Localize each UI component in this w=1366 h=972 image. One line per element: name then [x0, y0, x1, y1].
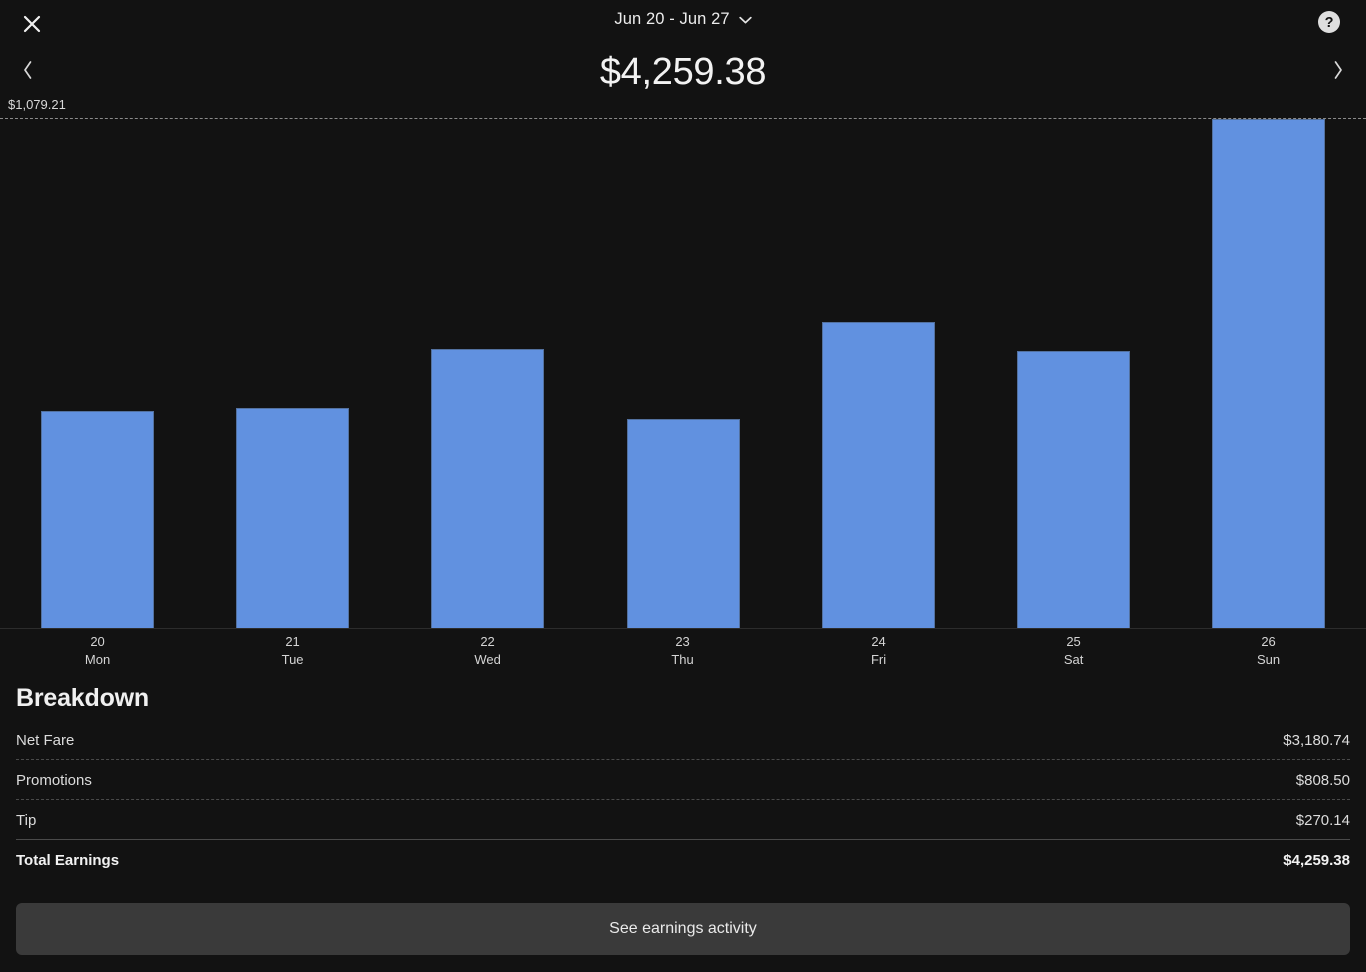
chart-x-label-dayname: Sun — [1257, 652, 1281, 667]
chart-x-label: 22 Wed — [390, 633, 585, 669]
chart-bar[interactable] — [627, 419, 740, 628]
date-range-label: Jun 20 - Jun 27 — [614, 10, 730, 28]
breakdown-label: Net Fare — [16, 731, 75, 749]
chart-x-label: 21 Tue — [195, 633, 390, 669]
chart-gridline-label: $1,079.21 — [8, 97, 66, 112]
chart-bar[interactable] — [431, 349, 544, 628]
chart-x-label-daynum: 25 — [1066, 634, 1081, 649]
chart-x-label-dayname: Tue — [281, 652, 304, 667]
earnings-screen: Jun 20 - Jun 27 ? $4,259.38 $1,079.21 20… — [0, 0, 1366, 972]
chart-x-label: 26 Sun — [1171, 633, 1366, 669]
breakdown-value: $4,259.38 — [1283, 851, 1350, 869]
chart-x-label-dayname: Fri — [870, 652, 887, 667]
breakdown-label: Total Earnings — [16, 851, 120, 869]
chart-bars — [0, 119, 1366, 628]
chart-x-label-dayname: Thu — [671, 652, 694, 667]
svg-text:?: ? — [1325, 15, 1334, 31]
chart-bar[interactable] — [822, 322, 935, 628]
chart-bar[interactable] — [41, 411, 154, 628]
top-bar: Jun 20 - Jun 27 ? — [0, 0, 1366, 46]
chart-x-label-dayname: Sat — [1063, 652, 1084, 667]
total-earnings-amount: $4,259.38 — [599, 51, 767, 93]
chart-x-label-daynum: 22 — [480, 634, 495, 649]
earnings-bar-chart: $1,079.21 20 Mon 21 Tue 22 Wed 23 Thu 24 Fri 25 Sat… — [0, 96, 1366, 670]
chart-x-label-daynum: 24 — [871, 634, 886, 649]
chart-bar[interactable] — [1017, 351, 1130, 628]
breakdown-value: $808.50 — [1295, 771, 1350, 789]
chart-x-label-daynum: 26 — [1261, 634, 1276, 649]
chart-x-label-dayname: Mon — [84, 652, 111, 667]
breakdown-label: Tip — [16, 811, 37, 829]
amount-row: $4,259.38 — [0, 44, 1366, 100]
chart-bar[interactable] — [1212, 119, 1325, 628]
see-earnings-activity-button[interactable]: See earnings activity — [16, 903, 1350, 955]
chevron-right-icon — [1332, 60, 1344, 85]
chart-x-label-daynum: 23 — [675, 634, 690, 649]
chart-plot-area — [0, 119, 1366, 628]
breakdown-row-net-fare: Net Fare $3,180.74 — [16, 720, 1350, 760]
breakdown-value: $3,180.74 — [1283, 731, 1350, 749]
chevron-down-icon — [738, 11, 752, 29]
chart-x-label: 25 Sat — [976, 633, 1171, 669]
breakdown-value: $270.14 — [1295, 811, 1350, 829]
chart-x-axis-labels: 20 Mon 21 Tue 22 Wed 23 Thu 24 Fri 25 Sat 26 Sun — [0, 629, 1366, 670]
breakdown-row-tip: Tip $270.14 — [16, 800, 1350, 840]
breakdown-label: Promotions — [16, 771, 92, 789]
chart-x-label-dayname: Wed — [474, 652, 501, 667]
chart-bar[interactable] — [236, 408, 349, 628]
chart-x-label-daynum: 20 — [90, 634, 105, 649]
breakdown-title: Breakdown — [16, 684, 149, 712]
breakdown-row-promotions: Promotions $808.50 — [16, 760, 1350, 800]
breakdown-section: Breakdown Net Fare $3,180.74 Promotions … — [0, 676, 1366, 880]
chart-x-label: 20 Mon — [0, 633, 195, 669]
help-circle-icon: ? — [1317, 11, 1341, 38]
next-week-button[interactable] — [1315, 44, 1361, 100]
chart-x-label: 24 Fri — [781, 633, 976, 669]
breakdown-row-total-earnings: Total Earnings $4,259.38 — [16, 840, 1350, 880]
help-button[interactable]: ? — [1317, 10, 1341, 34]
chart-x-label: 23 Thu — [585, 633, 780, 669]
chart-x-label-daynum: 21 — [285, 634, 300, 649]
date-range-selector[interactable]: Jun 20 - Jun 27 — [0, 10, 1366, 29]
